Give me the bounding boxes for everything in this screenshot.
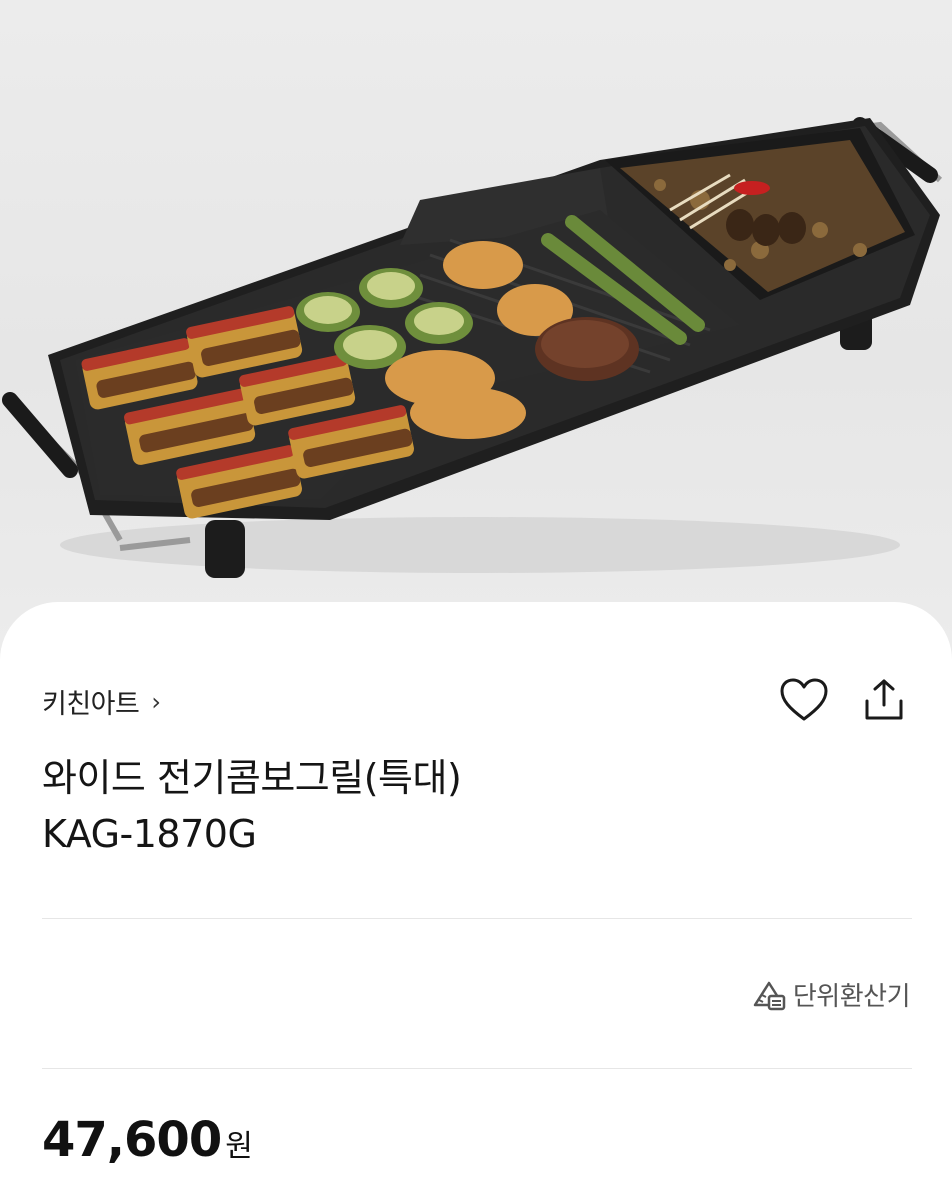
- brand-link[interactable]: 키친아트 ›: [42, 682, 161, 721]
- share-button[interactable]: [856, 672, 912, 728]
- ruler-calculator-icon: [753, 981, 786, 1010]
- brand-name: 키친아트: [42, 689, 140, 720]
- divider: [42, 918, 912, 919]
- product-image[interactable]: [0, 0, 952, 660]
- electric-grill-illustration: [2, 117, 943, 578]
- product-title: 와이드 전기콤보그릴(특대) KAG-1870G: [42, 750, 902, 862]
- unit-converter-label: 단위환산기: [792, 982, 911, 1012]
- price: 47,600 원: [42, 1112, 253, 1168]
- share-icon: [865, 679, 903, 720]
- chevron-right-icon: ›: [151, 687, 161, 716]
- favorite-button[interactable]: [776, 672, 832, 728]
- product-title-name: 와이드 전기콤보그릴(특대): [42, 756, 462, 800]
- price-amount: 47,600: [42, 1112, 222, 1168]
- heart-icon: [780, 678, 828, 721]
- price-currency: 원: [225, 1129, 253, 1164]
- divider: [42, 1068, 912, 1069]
- unit-converter-button[interactable]: 단위환산기: [751, 976, 911, 1013]
- product-model-number: KAG-1870G: [42, 812, 257, 856]
- product-detail-page: 키친아트 › 와이드 전기콤보그릴(특대) KAG-1870G 단위환산기 47…: [0, 0, 952, 1200]
